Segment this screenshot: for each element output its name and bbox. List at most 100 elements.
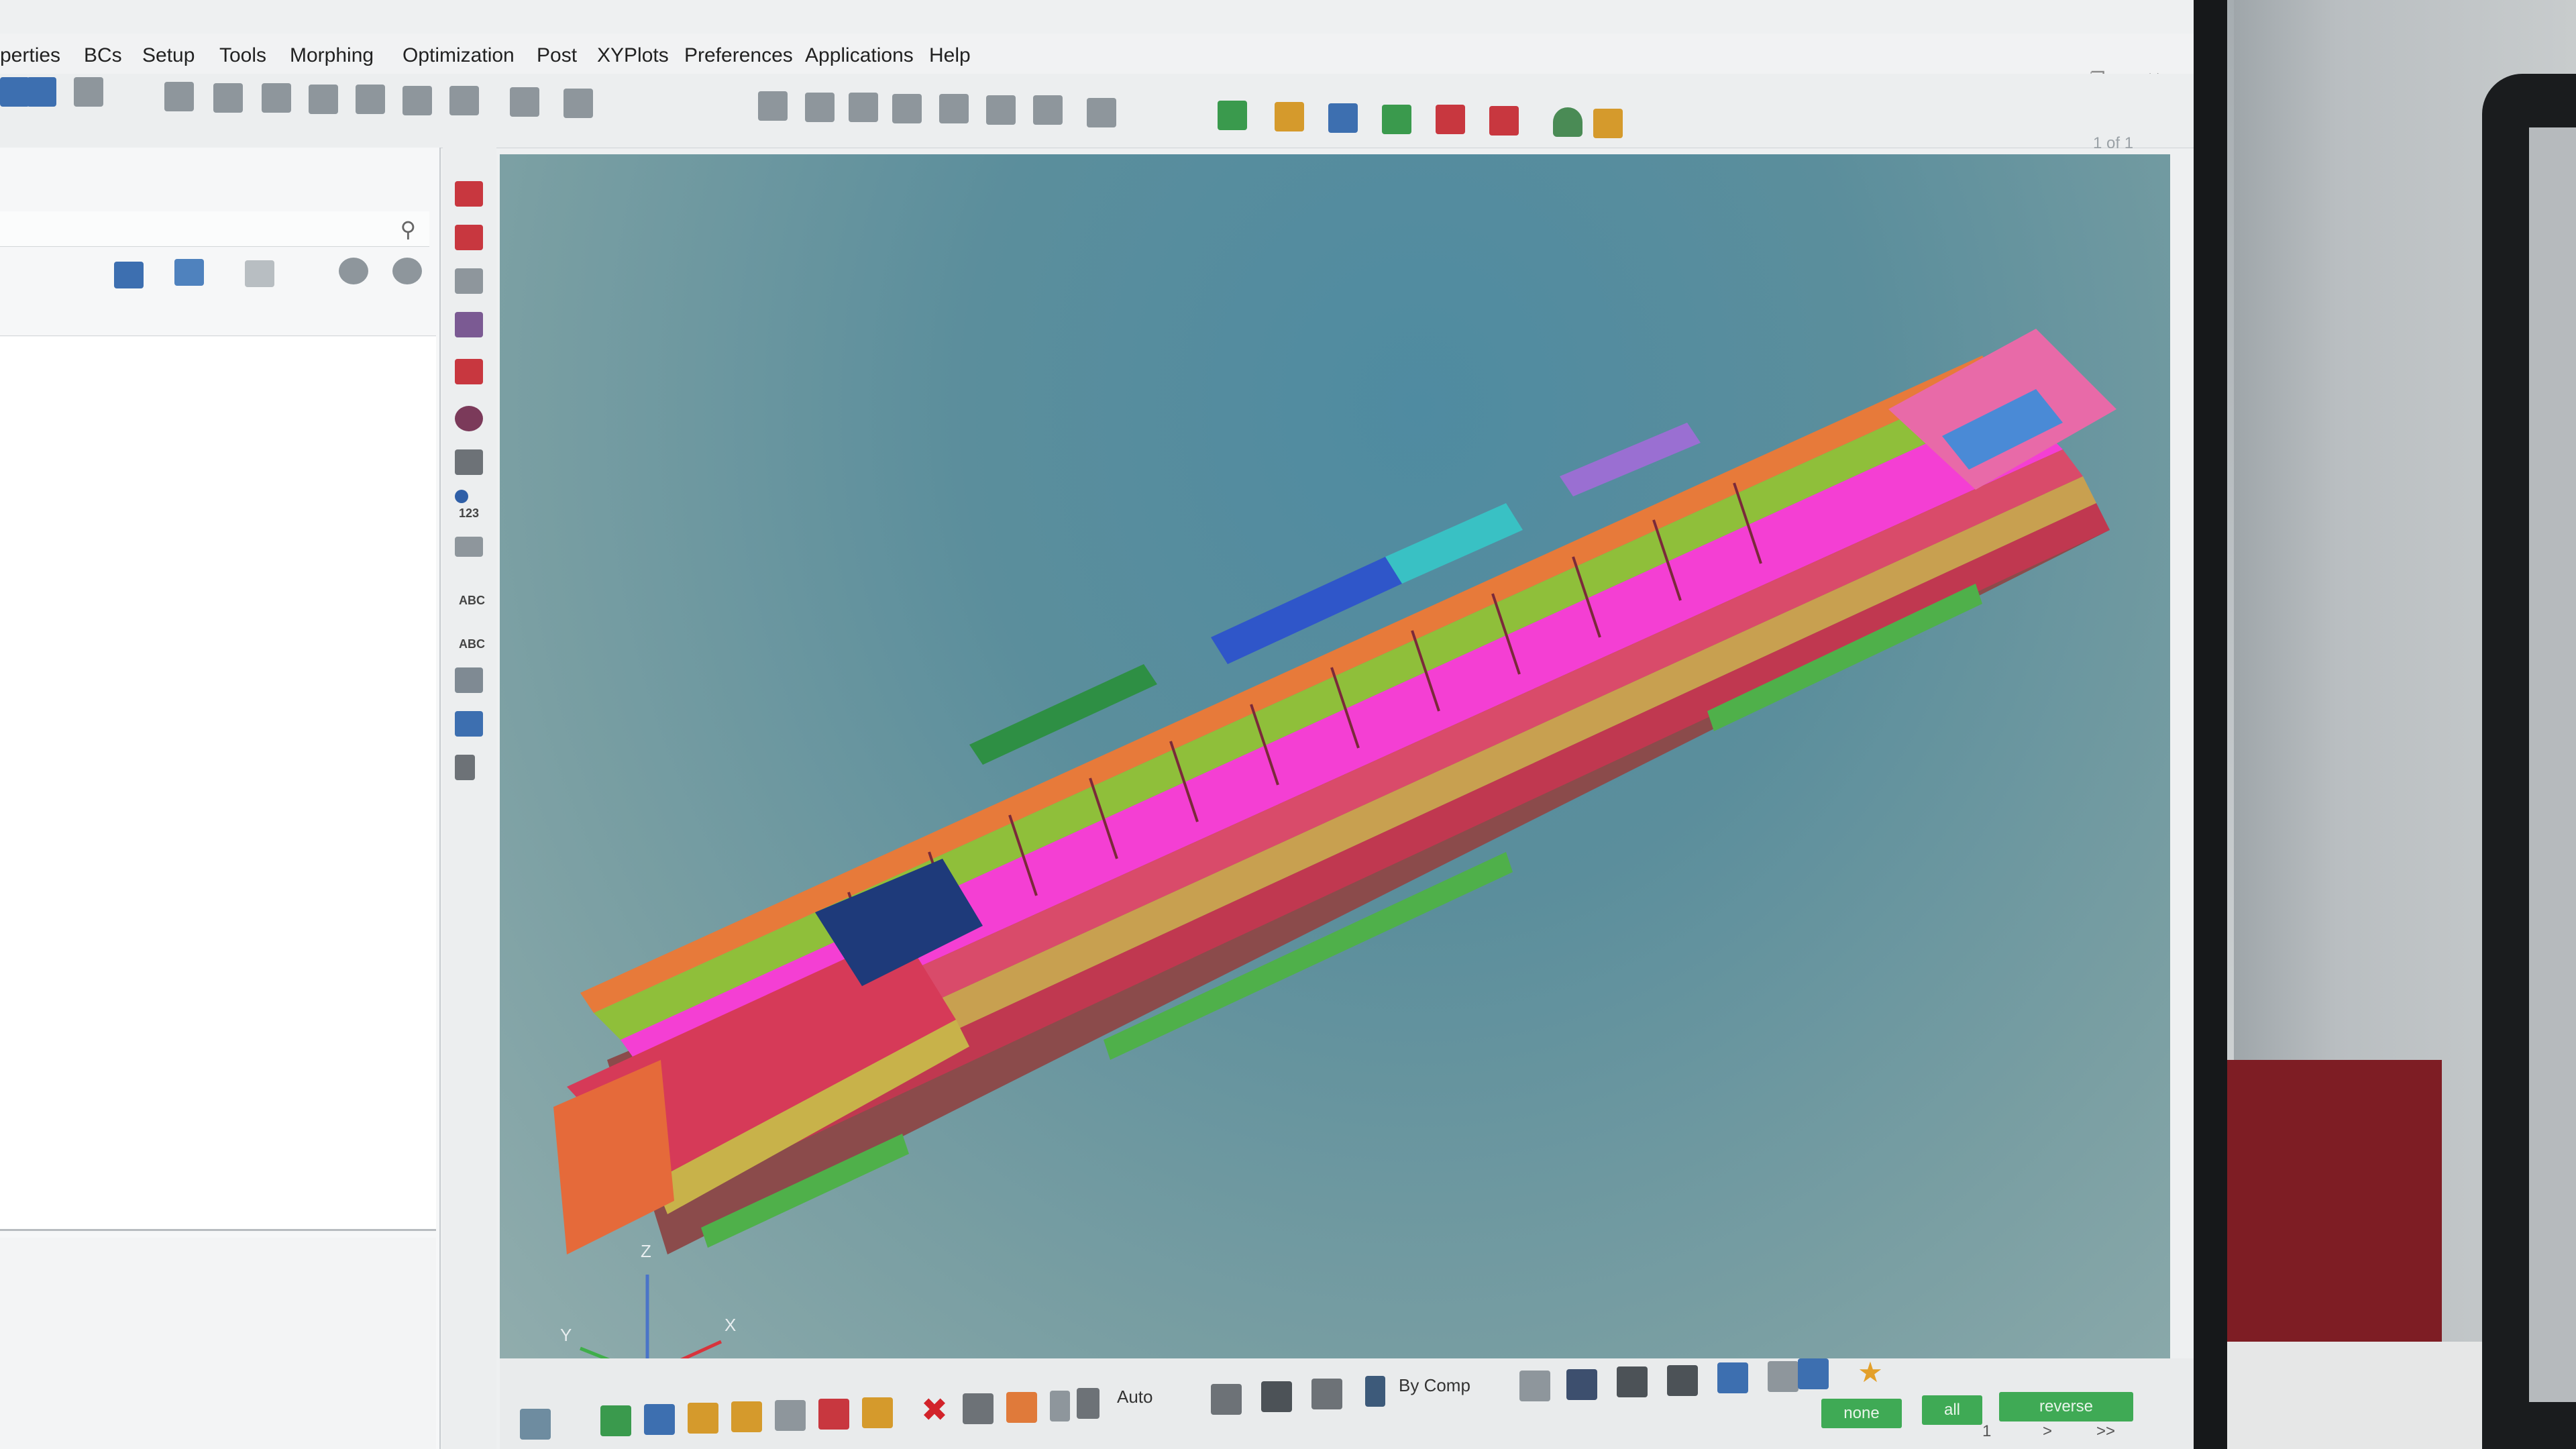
annotation-label[interactable]: ABC xyxy=(459,594,485,608)
menu-bcs[interactable]: BCs xyxy=(84,44,122,67)
element-style-icon[interactable] xyxy=(1617,1366,1648,1397)
model-panel-cyan xyxy=(1385,503,1523,584)
color-by-dropdown[interactable]: By Comp xyxy=(1399,1375,1470,1396)
wireframe-rotate-icon[interactable] xyxy=(1211,1384,1242,1415)
view-back-icon[interactable] xyxy=(939,94,969,123)
export-icon[interactable] xyxy=(1328,103,1358,133)
zoom-icon[interactable] xyxy=(213,83,243,113)
monitor-icon[interactable] xyxy=(1798,1358,1829,1389)
menu-setup[interactable]: Setup xyxy=(142,44,195,67)
rotate-view-icon[interactable] xyxy=(520,1409,551,1440)
menu-applications[interactable]: Applications xyxy=(805,44,914,67)
search-icon[interactable]: ⚲ xyxy=(400,217,416,242)
shaded-icon[interactable] xyxy=(455,406,483,431)
view-front-icon[interactable] xyxy=(892,94,922,123)
feature-icon[interactable] xyxy=(1667,1365,1698,1396)
menu-tools[interactable]: Tools xyxy=(219,44,266,67)
select-none-button[interactable]: none xyxy=(1821,1399,1902,1428)
clip-icon[interactable] xyxy=(510,87,539,117)
info-icon[interactable] xyxy=(455,490,468,503)
find-icon[interactable] xyxy=(455,268,483,294)
menu-preferences[interactable]: Preferences xyxy=(684,44,793,67)
delete-icon[interactable] xyxy=(963,1393,994,1424)
entity-view-icon[interactable] xyxy=(174,259,204,286)
connectors-icon[interactable] xyxy=(1275,102,1304,131)
view-right-icon[interactable] xyxy=(1033,95,1063,125)
user-icon[interactable] xyxy=(1553,107,1582,137)
model-check-icon[interactable] xyxy=(1218,101,1247,130)
menu-post[interactable]: Post xyxy=(537,44,577,67)
transform-icon[interactable] xyxy=(455,667,483,693)
plane-icon[interactable] xyxy=(455,711,483,737)
component-filter-icon[interactable] xyxy=(114,262,144,288)
label-tool[interactable]: ABC xyxy=(459,637,485,651)
pan-horizontal-icon[interactable] xyxy=(356,85,385,114)
component-color-icon[interactable] xyxy=(455,359,483,384)
select-reverse-button[interactable]: reverse xyxy=(1999,1392,2133,1421)
new-file-icon[interactable] xyxy=(74,77,103,107)
pager-last-button[interactable]: >> xyxy=(2096,1422,2115,1441)
numbering-label[interactable]: 123 xyxy=(459,506,479,521)
rotate-icon[interactable] xyxy=(449,86,479,115)
show-eye-icon[interactable] xyxy=(339,258,368,284)
measure-icon[interactable] xyxy=(455,537,483,557)
solver-icon[interactable] xyxy=(1436,105,1465,134)
view-top-icon[interactable] xyxy=(805,93,835,122)
select-all-button[interactable]: all xyxy=(1922,1395,1982,1425)
load-icon[interactable] xyxy=(818,1399,849,1430)
second-monitor-screen xyxy=(2529,127,2576,1402)
solid-icon[interactable] xyxy=(1566,1369,1597,1400)
display-icon[interactable] xyxy=(455,181,483,207)
menu-bar: perties BCs Setup Tools Morphing Optimiz… xyxy=(0,34,2194,74)
red-x-icon[interactable]: ✖ xyxy=(919,1395,950,1427)
mesh-icon[interactable] xyxy=(1382,105,1411,134)
numbers-icon[interactable] xyxy=(1050,1391,1070,1421)
shaded-rotate-icon[interactable] xyxy=(1261,1381,1292,1412)
pager-value[interactable]: 1 xyxy=(1982,1422,1991,1441)
star-icon[interactable]: ★ xyxy=(1855,1357,1886,1388)
copy-view-icon[interactable] xyxy=(564,89,593,118)
view-iso-icon[interactable] xyxy=(758,91,788,121)
auto-mode-icon[interactable] xyxy=(1077,1388,1099,1419)
part-icon[interactable] xyxy=(688,1403,718,1434)
pager-next-button[interactable]: > xyxy=(2043,1422,2052,1441)
graphics-viewport[interactable]: Z Y X xyxy=(500,154,2170,1419)
assembly-icon[interactable] xyxy=(644,1404,675,1435)
menu-morphing[interactable]: Morphing xyxy=(290,44,374,67)
folder-icon[interactable] xyxy=(1593,109,1623,138)
material-icon[interactable] xyxy=(731,1401,762,1432)
view-bottom-icon[interactable] xyxy=(849,93,878,122)
menu-properties[interactable]: perties xyxy=(0,44,60,67)
browser-entity-list[interactable] xyxy=(0,337,436,1231)
mesh-lines-icon[interactable] xyxy=(1519,1371,1550,1401)
organize-icon[interactable] xyxy=(1006,1392,1037,1423)
set-icon[interactable] xyxy=(862,1397,893,1428)
pan-vertical-icon[interactable] xyxy=(402,86,432,115)
menu-help[interactable]: Help xyxy=(929,44,971,67)
isolate-eye-icon[interactable] xyxy=(392,258,422,284)
zoom-window-icon[interactable] xyxy=(164,82,194,111)
weight-icon[interactable] xyxy=(455,755,475,780)
model-browser-panel: ⚲ xyxy=(0,148,441,1449)
ppt-export-icon[interactable] xyxy=(1489,106,1519,136)
view-left-icon[interactable] xyxy=(986,95,1016,125)
properties-icon[interactable] xyxy=(775,1400,806,1431)
browser-search-bar[interactable]: ⚲ xyxy=(0,211,429,247)
binoculars-icon[interactable] xyxy=(455,449,483,475)
save-file-icon[interactable] xyxy=(27,77,56,107)
mask-icon[interactable] xyxy=(455,225,483,250)
auto-mode-dropdown[interactable]: Auto xyxy=(1117,1387,1153,1407)
menu-optimization[interactable]: Optimization xyxy=(402,44,515,67)
center-icon[interactable] xyxy=(262,83,291,113)
grid-icon[interactable] xyxy=(1768,1361,1799,1392)
elements-icon[interactable] xyxy=(455,312,483,337)
shell-icon[interactable] xyxy=(1717,1362,1748,1393)
menu-xyplots[interactable]: XYPlots xyxy=(597,44,669,67)
select-cursor-icon[interactable] xyxy=(245,260,274,287)
color-mode-icon[interactable] xyxy=(1365,1376,1385,1407)
pan-hand-icon[interactable] xyxy=(309,85,338,114)
open-file-icon[interactable] xyxy=(0,77,30,107)
component-icon[interactable] xyxy=(600,1405,631,1436)
cube-icon[interactable] xyxy=(1311,1379,1342,1409)
undo-icon[interactable] xyxy=(1087,98,1116,127)
